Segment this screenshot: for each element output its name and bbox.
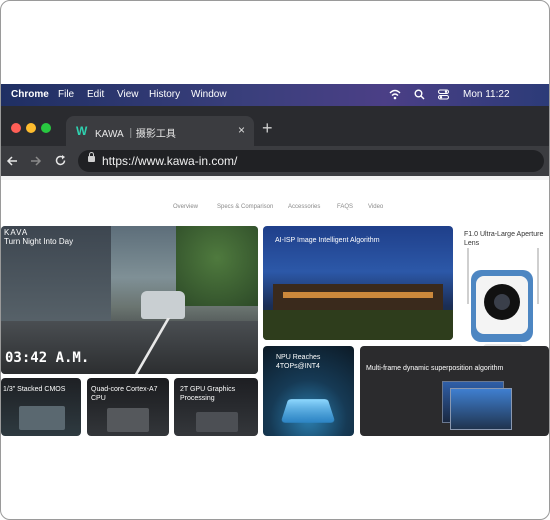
house-lights	[283, 292, 433, 298]
lock-icon	[88, 152, 95, 162]
multi-frame-tile[interactable]: Multi-frame dynamic superposition algori…	[360, 346, 549, 436]
gpu-title: 2T GPU Graphics Processing	[180, 386, 236, 402]
gpu-chip	[196, 412, 238, 432]
menu-bar-clock: Mon 11:22	[463, 89, 510, 100]
zoom-window-button[interactable]	[41, 123, 51, 133]
npu-title: NPU Reaches 4TOPs@INT4	[276, 354, 321, 370]
address-bar[interactable]: https://www.kawa-in.com/	[78, 150, 544, 172]
mac-menu-bar: Chrome File Edit View History Window Mon…	[1, 84, 549, 106]
subnav-overview[interactable]: Overview	[173, 204, 198, 210]
minimize-window-button[interactable]	[26, 123, 36, 133]
subnav-faqs[interactable]: FAQS	[337, 204, 353, 210]
hero-brand: KAVA	[4, 228, 29, 237]
trees	[176, 226, 258, 306]
page-header-strip	[1, 176, 549, 180]
road	[1, 321, 258, 374]
hero-timestamp: 03:42 A.M.	[5, 350, 90, 366]
menu-file[interactable]: File	[58, 89, 74, 100]
cmos-title: 1/3" Stacked CMOS	[3, 386, 66, 393]
new-tab-button[interactable]: +	[262, 118, 273, 139]
menu-edit[interactable]: Edit	[87, 89, 104, 100]
control-center-icon[interactable]	[438, 89, 449, 100]
menu-view[interactable]: View	[117, 89, 139, 100]
wifi-icon[interactable]	[389, 89, 401, 100]
browser-tab[interactable]: W KAWA ｜摄影工具 ×	[66, 116, 254, 146]
cpu-chip	[107, 408, 149, 432]
kawa-favicon-icon: W	[76, 124, 88, 138]
close-window-button[interactable]	[11, 123, 21, 133]
cpu-title: Quad-core Cortex-A7 CPU	[91, 386, 158, 402]
back-arrow-icon[interactable]	[6, 155, 18, 167]
cmos-tile[interactable]: 1/3" Stacked CMOS	[1, 378, 81, 436]
subnav-specs[interactable]: Specs & Comparison	[217, 204, 273, 210]
ai-isp-title: AI-ISP Image Intelligent Algorithm	[275, 237, 380, 244]
lawn	[263, 310, 453, 340]
aperture-title: F1.0 Ultra-Large Aperture Lens	[464, 231, 544, 247]
subnav-accessories[interactable]: Accessories	[288, 204, 320, 210]
web-page: Overview Specs & Comparison Accessories …	[1, 176, 549, 436]
reload-icon[interactable]	[54, 154, 67, 167]
search-icon[interactable]	[414, 89, 425, 100]
lens-glass	[494, 294, 510, 310]
menu-window[interactable]: Window	[191, 89, 227, 100]
subnav-video[interactable]: Video	[368, 204, 383, 210]
address-url[interactable]: https://www.kawa-in.com/	[102, 154, 237, 168]
multiframe-title: Multi-frame dynamic superposition algori…	[366, 365, 504, 372]
antenna-left	[467, 248, 469, 304]
tab-title: KAWA ｜摄影工具	[95, 129, 176, 140]
cmos-sensor	[19, 406, 65, 430]
menu-history[interactable]: History	[149, 89, 180, 100]
app-menu[interactable]: Chrome	[11, 89, 49, 100]
forward-arrow-icon[interactable]	[30, 155, 42, 167]
hero-night-street-image: KAVA Turn Night Into Day 03:42 A.M.	[1, 226, 258, 374]
gpu-tile[interactable]: 2T GPU Graphics Processing	[174, 378, 258, 436]
ai-isp-house-image[interactable]: AI-ISP Image Intelligent Algorithm	[263, 226, 453, 340]
car	[141, 291, 185, 319]
cpu-tile[interactable]: Quad-core Cortex-A7 CPU	[87, 378, 169, 436]
hero-headline: Turn Night Into Day	[4, 237, 74, 246]
tab-close-icon[interactable]: ×	[238, 123, 245, 137]
antenna-right	[537, 248, 539, 304]
chip	[280, 399, 336, 423]
npu-chip-image[interactable]: NPU Reaches 4TOPs@INT4	[263, 346, 354, 436]
frame-stack-front	[450, 388, 512, 430]
